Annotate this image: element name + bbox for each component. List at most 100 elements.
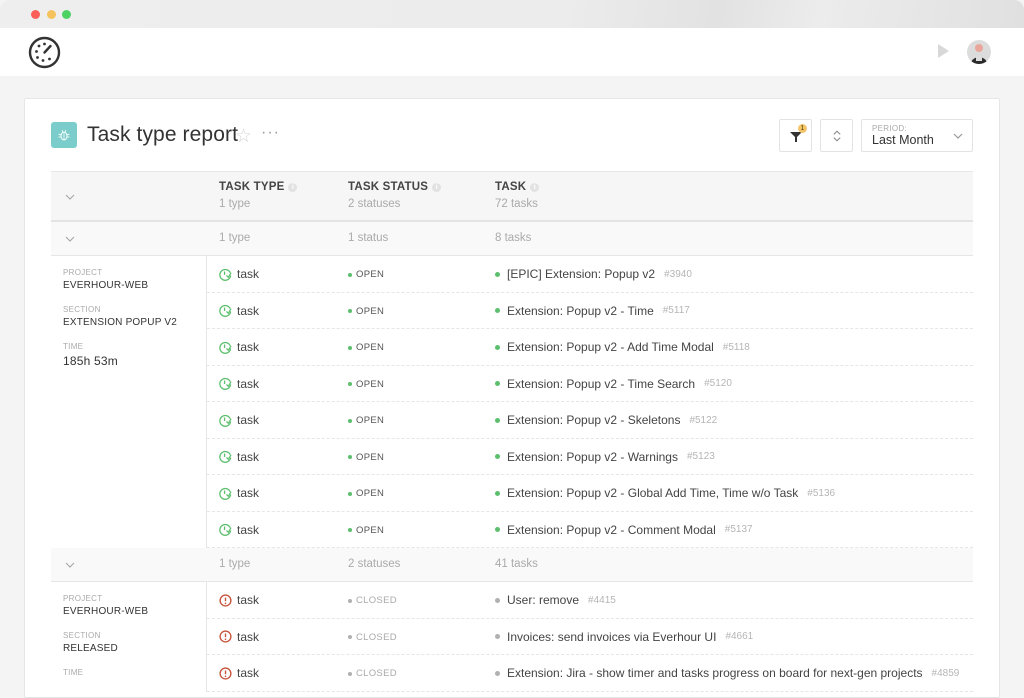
task-cell[interactable]: Extension: Popup v2 - Add Time Modal #511…: [495, 340, 750, 354]
task-id: #3940: [664, 268, 692, 280]
close-window-button[interactable]: [31, 10, 40, 19]
group-summary-row[interactable]: 1 type 2 statuses 41 tasks: [51, 548, 973, 582]
project-label: PROJECT: [63, 268, 103, 277]
status-label: OPEN: [356, 378, 385, 390]
task-cell[interactable]: Extension: Popup v2 - Warnings #5123: [495, 450, 715, 464]
column-summary: 1 type: [219, 198, 251, 210]
avatar[interactable]: [967, 40, 991, 64]
group-task-count: 41 tasks: [495, 558, 538, 570]
task-name[interactable]: Extension: Popup v2 - Time: [507, 304, 654, 318]
section-label: SECTION: [63, 305, 101, 314]
column-header-task-status[interactable]: TASK STATUS i 2 statuses: [348, 181, 442, 210]
task-type-cell: task: [219, 450, 259, 464]
table-row[interactable]: task OPEN Extension: Popup v2 - Global A…: [207, 475, 973, 512]
column-title: TASK TYPE: [219, 181, 285, 193]
stopwatch-icon[interactable]: [28, 36, 61, 69]
table-row[interactable]: task OPEN Extension: Popup v2 - Time #511…: [207, 293, 973, 329]
status-badge: OPEN: [348, 415, 384, 426]
project-value: EVERHOUR-WEB: [63, 606, 149, 617]
task-cell[interactable]: [EPIC] Extension: Popup v2 #3940: [495, 267, 692, 281]
task-cell[interactable]: Extension: Jira - show timer and tasks p…: [495, 666, 959, 680]
task-cell[interactable]: Invoices: send invoices via Everhour UI #…: [495, 630, 753, 644]
task-type-cell: task: [219, 413, 259, 427]
window-titlebar: [0, 0, 1024, 28]
task-cell[interactable]: Extension: Popup v2 - Skeletons #5122: [495, 413, 717, 427]
task-name[interactable]: Extension: Popup v2 - Comment Modal: [507, 523, 716, 537]
status-badge: OPEN: [348, 342, 384, 353]
status-dot-icon: [348, 345, 352, 350]
alert-icon: [219, 630, 232, 643]
task-group: PROJECT EVERHOUR-WEB SECTION RELEASED TI…: [51, 582, 973, 692]
status-label: CLOSED: [356, 668, 397, 679]
task-cell[interactable]: User: remove #4415: [495, 593, 616, 607]
status-label: OPEN: [356, 415, 385, 426]
chevron-down-icon[interactable]: [65, 562, 75, 568]
task-check-icon: [219, 450, 232, 463]
table-row[interactable]: task CLOSED Extension: Jira - show timer…: [207, 655, 973, 692]
task-name[interactable]: Extension: Jira - show timer and tasks p…: [507, 666, 923, 680]
table-row[interactable]: task OPEN Extension: Popup v2 - Warnings…: [207, 439, 973, 475]
more-icon[interactable]: ···: [261, 124, 280, 142]
info-icon[interactable]: i: [432, 182, 442, 192]
task-cell[interactable]: Extension: Popup v2 - Time Search #5120: [495, 377, 732, 391]
task-type-label: task: [237, 413, 260, 427]
task-type-label: task: [237, 376, 260, 391]
task-check-icon: [219, 304, 232, 317]
chevron-down-icon[interactable]: [65, 236, 75, 242]
star-icon[interactable]: ☆: [235, 125, 252, 148]
table-row[interactable]: task OPEN [EPIC] Extension: Popup v2 #394…: [207, 256, 973, 293]
group-summary-row[interactable]: 1 type 1 status 8 tasks: [51, 222, 973, 256]
table-row[interactable]: task OPEN Extension: Popup v2 - Add Time…: [207, 329, 973, 366]
column-header-task[interactable]: TASK i 72 tasks: [495, 181, 540, 210]
task-type-label: task: [237, 486, 260, 500]
task-check-icon: [219, 341, 232, 354]
info-icon[interactable]: i: [288, 182, 298, 192]
task-type-cell: task: [219, 630, 259, 644]
info-icon[interactable]: i: [530, 182, 540, 192]
task-cell[interactable]: Extension: Popup v2 - Time #5117: [495, 304, 690, 318]
task-name[interactable]: Invoices: send invoices via Everhour UI: [507, 630, 716, 644]
group-type-count: 1 type: [219, 558, 251, 570]
table-row[interactable]: task OPEN Extension: Popup v2 - Comment …: [207, 512, 973, 548]
chevron-down-icon[interactable]: [65, 194, 75, 200]
task-check-icon: [219, 377, 232, 390]
filter-button[interactable]: 1: [779, 119, 812, 152]
task-type-cell: task: [219, 267, 259, 281]
time-label: TIME: [63, 668, 84, 677]
task-name[interactable]: [EPIC] Extension: Popup v2: [507, 267, 655, 281]
minimize-window-button[interactable]: [47, 10, 56, 19]
report-table: TASK TYPE i 1 type TASK STATUS i 2 statuse…: [51, 171, 973, 692]
task-id: #5122: [689, 414, 718, 426]
task-name[interactable]: Extension: Popup v2 - Add Time Modal: [507, 340, 714, 354]
task-status-dot-icon: [495, 490, 500, 496]
maximize-window-button[interactable]: [62, 10, 71, 19]
section-label: SECTION: [63, 631, 101, 640]
time-label: TIME: [63, 342, 84, 351]
task-check-icon: [219, 414, 232, 427]
group-status-count: 2 statuses: [348, 558, 401, 570]
task-name[interactable]: Extension: Popup v2 - Skeletons: [507, 413, 680, 427]
task-name[interactable]: Extension: Popup v2 - Warnings: [507, 450, 678, 464]
task-status-dot-icon: [495, 271, 500, 277]
task-status-dot-icon: [495, 527, 500, 532]
task-status-dot-icon: [495, 417, 500, 423]
table-row[interactable]: task CLOSED Invoices: send invoices via …: [207, 619, 973, 655]
task-name[interactable]: Extension: Popup v2 - Time Search: [507, 377, 695, 391]
status-badge: OPEN: [348, 379, 384, 390]
group-status-count: 1 status: [348, 232, 389, 244]
task-name[interactable]: User: remove: [507, 593, 579, 607]
task-id: #5120: [704, 378, 732, 389]
task-cell[interactable]: Extension: Popup v2 - Comment Modal #5137: [495, 523, 753, 537]
table-header: TASK TYPE i 1 type TASK STATUS i 2 statuse…: [51, 171, 973, 222]
task-status-dot-icon: [495, 454, 500, 459]
expand-collapse-button[interactable]: [820, 119, 853, 152]
table-row[interactable]: task CLOSED User: remove #4415: [207, 582, 973, 619]
column-header-task-type[interactable]: TASK TYPE i 1 type: [219, 181, 298, 210]
task-name[interactable]: Extension: Popup v2 - Global Add Time, T…: [507, 486, 798, 500]
table-row[interactable]: task OPEN Extension: Popup v2 - Time Sea…: [207, 366, 973, 402]
task-check-icon: [219, 487, 232, 500]
task-cell[interactable]: Extension: Popup v2 - Global Add Time, T…: [495, 486, 835, 500]
period-select[interactable]: PERIOD: Last Month: [861, 119, 973, 152]
table-row[interactable]: task OPEN Extension: Popup v2 - Skeleton…: [207, 402, 973, 439]
bell-icon[interactable]: [935, 42, 953, 60]
